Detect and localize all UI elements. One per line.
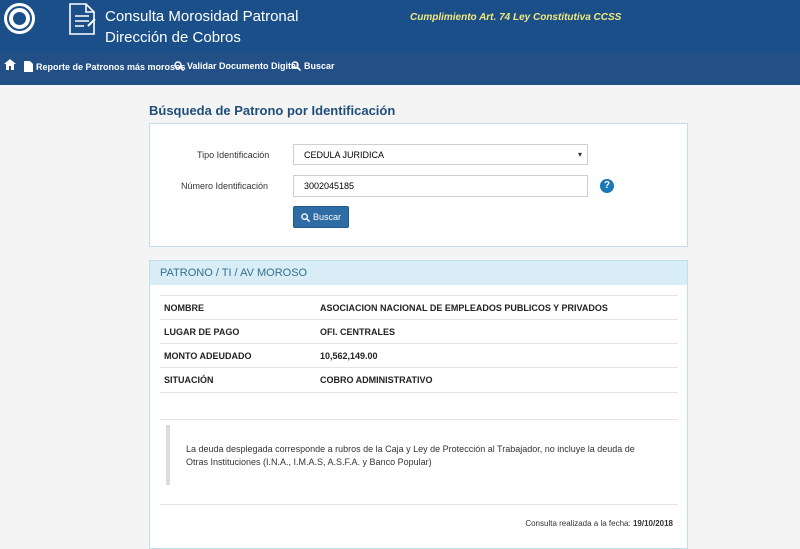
nav-report-label: Reporte de Patronos más morosos [36, 61, 186, 72]
home-icon [4, 59, 16, 70]
row-value: 10,562,149.00 [320, 351, 378, 361]
nav-validate-label: Validar Documento Digital [187, 61, 299, 71]
table-row: NOMBRE ASOCIACION NACIONAL DE EMPLEADOS … [160, 295, 678, 320]
search-section-title: Búsqueda de Patrono por Identificación [149, 103, 396, 118]
nav-search[interactable]: Buscar [291, 61, 335, 71]
dropdown-caret-icon: ▾ [577, 150, 582, 159]
row-value: COBRO ADMINISTRATIVO [320, 375, 433, 385]
law-compliance-text: Cumplimiento Art. 74 Ley Constitutiva CC… [410, 12, 622, 23]
query-date: Consulta realizada a la fecha: 19/10/201… [525, 519, 673, 528]
tipo-identificacion-value: CEDULA JURIDICA [304, 150, 385, 160]
disclaimer-line-1: La deuda desplegada corresponde a rubros… [186, 444, 635, 454]
search-button[interactable]: Buscar [293, 206, 349, 228]
nav-validate[interactable]: Validar Documento Digital [174, 61, 299, 71]
row-key: NOMBRE [164, 303, 204, 313]
row-key: LUGAR DE PAGO [164, 327, 240, 337]
note-block: La deuda desplegada corresponde a rubros… [160, 419, 678, 505]
help-icon[interactable]: ? [600, 179, 614, 193]
top-nav: Reporte de Patronos más morosos Validar … [0, 52, 800, 85]
app-title: Consulta Morosidad Patronal [105, 8, 299, 25]
seal-center [13, 12, 26, 25]
app-subtitle: Dirección de Cobros [105, 29, 241, 46]
search-icon [174, 61, 184, 71]
query-date-label: Consulta realizada a la fecha: [525, 519, 631, 528]
table-row: LUGAR DE PAGO OFI. CENTRALES [160, 319, 678, 344]
row-key: MONTO ADEUDADO [164, 351, 252, 361]
search-button-label: Buscar [312, 212, 341, 222]
row-key: SITUACIÓN [164, 375, 214, 385]
search-icon [301, 212, 310, 222]
row-value: ASOCIACION NACIONAL DE EMPLEADOS PUBLICO… [320, 303, 608, 313]
numero-identificacion-label: Número Identificación [181, 181, 269, 191]
disclaimer-line-2: Otras Instituciones (I.N.A., I.M.A.S, A.… [186, 457, 432, 467]
result-panel: PATRONO / TI / AV MOROSO NOMBRE ASOCIACI… [149, 260, 688, 549]
result-panel-title: PATRONO / TI / AV MOROSO [150, 261, 687, 285]
table-row: MONTO ADEUDADO 10,562,149.00 [160, 343, 678, 368]
numero-identificacion-input[interactable]: 3002045185 [293, 175, 588, 197]
ccss-seal-logo[interactable] [4, 3, 35, 34]
file-icon [24, 61, 33, 72]
tipo-identificacion-select[interactable]: CEDULA JURIDICA ▾ [293, 144, 588, 165]
row-value: OFI. CENTRALES [320, 327, 396, 337]
tipo-identificacion-label: Tipo Identificación [197, 150, 270, 160]
nav-report[interactable]: Reporte de Patronos más morosos [24, 61, 186, 72]
table-row: SITUACIÓN COBRO ADMINISTRATIVO [160, 367, 678, 393]
debt-disclaimer: La deuda desplegada corresponde a rubros… [166, 425, 670, 485]
document-icon [69, 3, 96, 35]
app-header: Consulta Morosidad Patronal Dirección de… [0, 0, 800, 52]
nav-search-label: Buscar [304, 61, 335, 71]
search-icon [291, 61, 301, 71]
nav-home[interactable] [4, 59, 16, 70]
query-date-value: 19/10/2018 [632, 519, 673, 528]
